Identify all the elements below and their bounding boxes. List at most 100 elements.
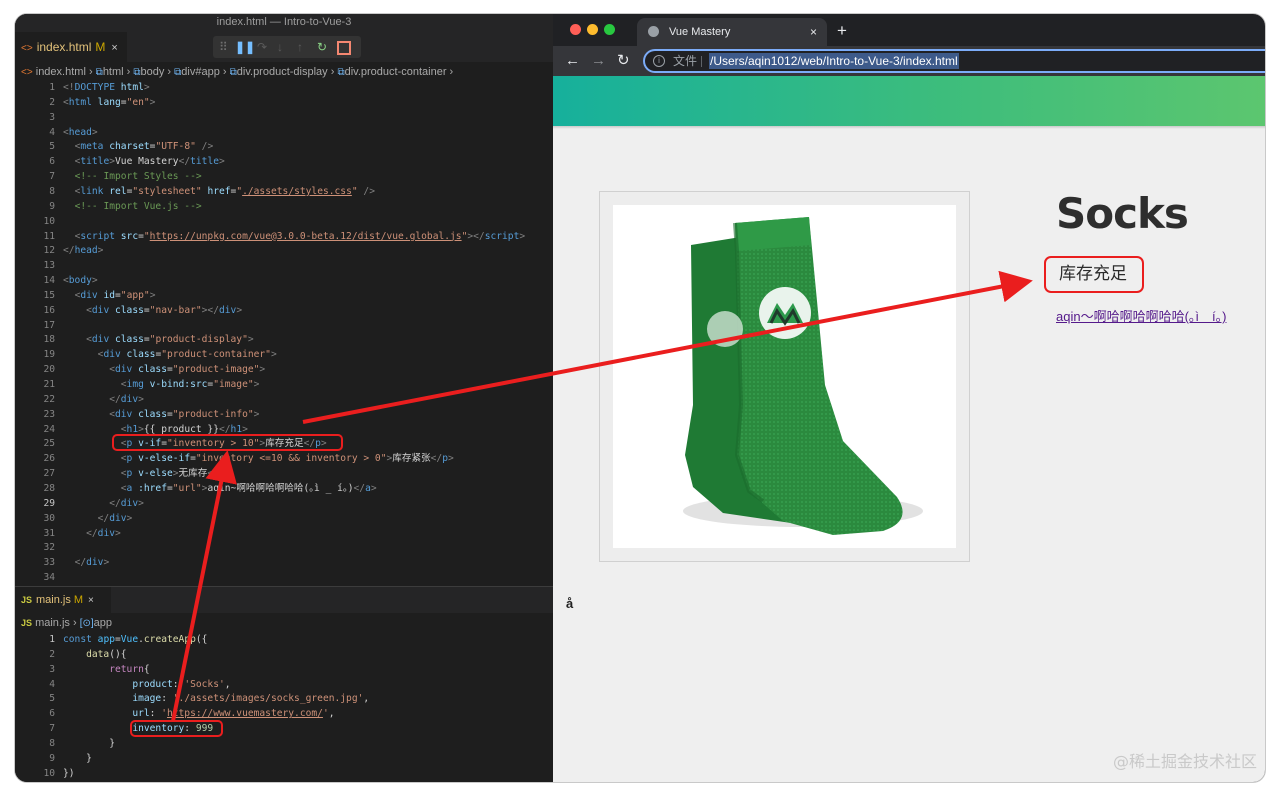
line-number: 10	[43, 215, 55, 227]
line-content: image: './assets/images/socks_green.jpg'…	[63, 691, 369, 706]
green-sock-image	[683, 217, 923, 535]
close-tab-icon[interactable]: ×	[810, 18, 817, 46]
code-token: :	[172, 678, 185, 690]
screenshot: index.html — Intro-to-Vue-3 <> index.html…	[15, 14, 1265, 782]
js-file-icon: JS	[21, 595, 33, 605]
editor-tabs: <> index.html M × ⠿ ❚❚ ↷ ↓ ↑ ↻	[15, 32, 553, 62]
code-token: div	[80, 289, 98, 301]
restart-icon[interactable]: ↻	[317, 39, 327, 55]
code-token: div	[120, 497, 139, 509]
product-image	[613, 205, 956, 548]
breadcrumb-item[interactable]: html	[103, 66, 124, 78]
code-token: >	[236, 304, 243, 316]
code-token: body	[68, 275, 92, 287]
address-bar[interactable]: i 文件 /Users/aqin1012/web/Intro-to-Vue-3/…	[643, 49, 1265, 73]
code-token: >	[91, 126, 98, 138]
code-token: div	[115, 408, 133, 420]
close-tab-icon[interactable]: ×	[88, 595, 94, 606]
editor-tabs-lower: JS main.js M ×	[15, 587, 553, 613]
breadcrumb-item[interactable]: main.js	[35, 617, 70, 629]
code-token: "product-container"	[161, 349, 271, 361]
modified-badge: M	[73, 594, 84, 606]
code-token: ,	[224, 678, 231, 690]
code-token: title	[80, 156, 110, 168]
breadcrumb-item[interactable]: body	[141, 66, 165, 78]
code-token: rel	[109, 185, 127, 197]
step-out-icon[interactable]: ↑	[297, 39, 303, 55]
code-token: })	[63, 767, 75, 779]
code-token: >	[103, 557, 110, 569]
close-window-button[interactable]	[570, 24, 581, 35]
breadcrumb-item[interactable]: div.product-display	[237, 66, 328, 78]
line-content: <head>	[63, 125, 98, 140]
info-icon[interactable]: i	[653, 55, 665, 67]
code-token: </	[353, 482, 366, 494]
code-token: <!	[63, 82, 75, 93]
code-token: id	[103, 289, 116, 301]
address-scheme-label: 文件	[673, 54, 698, 68]
code-token: href	[207, 185, 231, 197]
step-into-icon[interactable]: ↓	[277, 39, 283, 55]
pause-icon[interactable]: ❚❚	[235, 39, 255, 55]
maximize-window-button[interactable]	[604, 24, 615, 35]
code-token: ,	[363, 693, 370, 705]
code-token: }	[63, 752, 92, 764]
line-number: 31	[43, 527, 55, 539]
code-token: }	[63, 737, 115, 749]
line-number: 13	[43, 260, 55, 272]
code-token: </	[109, 393, 121, 405]
minimize-window-button[interactable]	[587, 24, 598, 35]
code-token: script	[80, 230, 115, 242]
tab-main-js[interactable]: JS main.js M ×	[15, 587, 111, 613]
reload-icon[interactable]: ↻	[617, 46, 630, 76]
breadcrumb-item[interactable]: div#app	[181, 66, 220, 78]
tab-label: main.js	[36, 594, 71, 606]
code-token: title	[190, 156, 220, 168]
annotation-box-v-if	[112, 434, 343, 451]
back-arrow-icon[interactable]: ←	[565, 46, 580, 76]
drag-handle-icon[interactable]: ⠿	[219, 39, 228, 55]
line-content: }	[63, 751, 92, 766]
breadcrumb-item[interactable]: index.html	[36, 66, 86, 78]
code-token: './assets/images/socks_green.jpg'	[172, 693, 364, 705]
variable-icon: [⊙]	[79, 618, 94, 629]
line-content: <meta charset="UTF-8" />	[63, 139, 214, 154]
element-icon: ⧉	[133, 67, 141, 78]
code-token: >	[149, 289, 156, 301]
tab-index-html[interactable]: <> index.html M ×	[15, 32, 127, 62]
step-over-icon[interactable]: ↷	[257, 39, 267, 55]
new-tab-button[interactable]: +	[837, 18, 847, 44]
line-number: 14	[43, 275, 55, 287]
code-token: "nav-bar"	[149, 304, 202, 316]
code-token: "image"	[213, 379, 254, 390]
forward-arrow-icon[interactable]: →	[591, 46, 606, 76]
line-content: <html lang="en">	[63, 95, 155, 110]
line-number: 2	[49, 648, 55, 660]
code-token: div	[120, 393, 139, 405]
breadcrumb-item[interactable]: app	[94, 617, 112, 629]
line-number: 27	[43, 468, 55, 480]
line-number: 8	[49, 185, 55, 197]
product-link[interactable]: aqin～啊哈啊哈啊哈哈(｡ì＿í｡)	[1056, 306, 1226, 325]
line-number: 23	[43, 408, 55, 420]
line-number: 5	[49, 141, 55, 153]
stop-icon[interactable]	[337, 41, 351, 55]
line-number: 7	[49, 723, 55, 735]
browser-tab[interactable]: Vue Mastery ×	[637, 18, 827, 46]
address-url[interactable]: /Users/aqin1012/web/Intro-to-Vue-3/index…	[709, 53, 959, 69]
line-number: 9	[49, 752, 55, 764]
code-token: (){	[109, 648, 127, 660]
code-token: </	[109, 497, 121, 509]
code-token: "url"	[172, 482, 202, 494]
code-token: 'Socks'	[184, 678, 225, 690]
breadcrumb-item[interactable]: div.product-container	[345, 66, 447, 78]
code-token: >	[253, 379, 260, 390]
code-token: >	[115, 527, 121, 539]
close-tab-icon[interactable]: ×	[111, 42, 117, 54]
code-token: url	[132, 708, 150, 720]
